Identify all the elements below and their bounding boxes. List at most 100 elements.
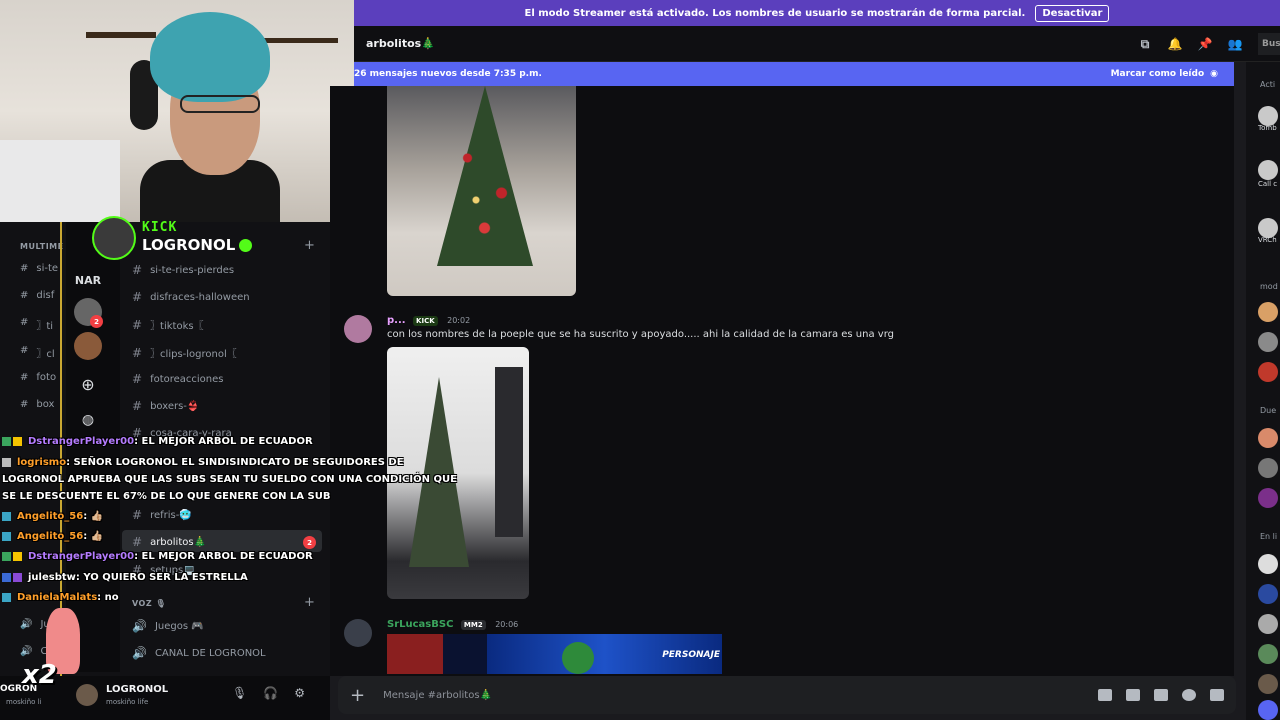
add-channel-icon[interactable]: + xyxy=(304,238,315,253)
headphones-icon[interactable]: 🎧 xyxy=(263,686,278,700)
channel-item-left[interactable]: # box xyxy=(20,399,54,410)
message-list[interactable]: p... KICK 20:02 con los nombres de la po… xyxy=(330,86,1234,676)
channel-item[interactable]: # refris-🥶 xyxy=(132,508,192,522)
server-badge: 2 xyxy=(90,315,103,328)
overlay-chat-line: Angelito_56: 👍🏼 xyxy=(2,531,103,542)
avatar[interactable] xyxy=(1258,362,1278,382)
search-input[interactable]: Busc xyxy=(1258,33,1280,55)
avatar[interactable] xyxy=(1258,428,1278,448)
christmas-tree-image-2[interactable] xyxy=(387,347,529,599)
channel-item[interactable]: # 〗clips-logronol〖 xyxy=(132,345,237,361)
avatar[interactable] xyxy=(1258,106,1278,126)
channel-item[interactable]: # boxers-👙 xyxy=(132,399,199,413)
category-voz[interactable]: VOZ 🎙 xyxy=(132,599,166,608)
avatar[interactable] xyxy=(1258,218,1278,238)
hash-icon: # xyxy=(132,399,143,413)
avatar[interactable] xyxy=(1258,674,1278,694)
christmas-tree-image-1[interactable] xyxy=(387,86,576,296)
channel-item[interactable]: # si-te-ries-pierdes xyxy=(132,263,234,277)
speaker-icon: 🔊 xyxy=(132,619,147,633)
avatar[interactable] xyxy=(1258,584,1278,604)
channel-item-left[interactable]: # disf xyxy=(20,290,54,301)
channel-label: Juegos 🎮 xyxy=(154,620,204,632)
kick-overlay: KICK LOGRONOL xyxy=(92,214,262,262)
category-multimedia[interactable]: MULTIME xyxy=(20,242,64,251)
channel-item-left[interactable]: # 〗cl xyxy=(20,345,55,360)
channel-label: fotoreacciones xyxy=(150,373,224,385)
overlay-chat-line: DanielaMalats: no xyxy=(2,592,119,603)
avatar[interactable] xyxy=(76,684,98,706)
sub-badge-icon xyxy=(2,511,11,521)
kick-streamer-name: LOGRONOL xyxy=(142,236,253,254)
avatar[interactable] xyxy=(1258,458,1278,478)
channel-item[interactable]: # 〗tiktoks〖 xyxy=(132,317,204,333)
mic-icon[interactable]: 🎙 xyxy=(232,686,247,700)
avatar[interactable] xyxy=(344,315,372,343)
avatar[interactable] xyxy=(1258,302,1278,322)
member-section-header: mod xyxy=(1260,282,1278,291)
explore-icon[interactable]: ◍ xyxy=(74,406,102,434)
avatar[interactable] xyxy=(1258,160,1278,180)
deactivate-button[interactable]: Desactivar xyxy=(1035,4,1110,22)
pin-icon[interactable]: 📌 xyxy=(1198,37,1213,51)
mark-as-read-button[interactable]: Marcar como leído ◉ xyxy=(1111,69,1218,79)
channel-item[interactable]: # fotoreacciones xyxy=(132,372,224,386)
avatar[interactable] xyxy=(1258,332,1278,352)
sticker-icon[interactable] xyxy=(1154,689,1168,701)
game-image[interactable]: PERSONAJE xyxy=(387,634,722,674)
members-icon[interactable]: 👥 xyxy=(1228,37,1243,51)
channel-item-left[interactable]: # si-te xyxy=(20,263,58,274)
left-user-status: moskiño li xyxy=(6,698,42,706)
channel-item-left[interactable]: # 〗ti xyxy=(20,317,53,332)
avatar[interactable] xyxy=(344,619,372,647)
channel-item-arbolitos[interactable]: # arbolitos🎄 xyxy=(132,535,206,549)
message-composer[interactable]: + Mensaje #arbolitos🎄 xyxy=(338,676,1236,714)
voice-channel-item[interactable]: 🔊 Juegos 🎮 xyxy=(132,619,204,633)
member-list: Acti Tomb Call c VRCh mod Due En li xyxy=(1246,62,1280,720)
server-nar[interactable]: NAR xyxy=(74,266,102,294)
member-activity: Call c xyxy=(1258,180,1278,188)
voice-channel-item[interactable]: 🔊 CANAL DE LOGRONOL xyxy=(132,646,266,660)
add-server-icon[interactable]: ⊕ xyxy=(74,370,102,398)
avatar[interactable] xyxy=(1258,614,1278,634)
overlay-chat-line: julesbtw: YO QUIERO SER LA ESTRELLA xyxy=(2,572,248,583)
channel-label: disfraces-halloween xyxy=(150,291,250,303)
channel-label: 〗ti xyxy=(36,321,54,332)
gif-icon[interactable] xyxy=(1126,689,1140,701)
apps-icon[interactable] xyxy=(1210,689,1224,701)
new-messages-bar[interactable]: 26 mensajes nuevos desde 7:35 p.m. Marca… xyxy=(354,62,1234,86)
channel-label: disf xyxy=(36,290,55,301)
overlay-username: DstrangerPlayer00 xyxy=(28,551,135,562)
gift-icon[interactable] xyxy=(1098,689,1112,701)
add-voice-channel-icon[interactable]: + xyxy=(304,595,315,610)
channel-item[interactable]: # disfraces-halloween xyxy=(132,290,250,304)
multiplier-overlay: x2 xyxy=(22,660,57,690)
emoji-icon[interactable] xyxy=(1182,689,1196,701)
avatar[interactable] xyxy=(1258,644,1278,664)
hash-icon: # xyxy=(20,317,29,328)
gear-icon[interactable]: ⚙ xyxy=(294,686,305,700)
speaker-icon: 🔊 xyxy=(20,646,33,657)
message-username[interactable]: p... xyxy=(387,315,406,326)
channel-item-left[interactable]: # foto xyxy=(20,372,56,383)
message-input[interactable]: Mensaje #arbolitos🎄 xyxy=(383,690,492,701)
webcam-feed xyxy=(0,0,354,222)
member-section-header: Acti xyxy=(1260,80,1276,89)
avatar[interactable] xyxy=(1258,700,1278,720)
cam-shelf xyxy=(86,32,156,38)
kick-badge: KICK xyxy=(413,316,438,326)
user-panel-name[interactable]: LOGRONOL xyxy=(106,684,168,695)
threads-icon[interactable]: ⧉ xyxy=(1138,37,1152,51)
bell-icon[interactable]: 🔔 xyxy=(1168,37,1183,51)
server-avatar[interactable] xyxy=(74,332,102,360)
avatar[interactable] xyxy=(1258,554,1278,574)
image-character xyxy=(562,642,594,674)
add-attachment-icon[interactable]: + xyxy=(350,685,365,706)
channel-label: foto xyxy=(36,372,57,383)
streamer-banner-text: El modo Streamer está activado. Los nomb… xyxy=(524,7,1026,19)
avatar[interactable] xyxy=(1258,488,1278,508)
cam-shelf-right xyxy=(258,38,338,43)
sub-badge-icon xyxy=(2,572,11,582)
server-list: NAR 2 ⊕ ◍ xyxy=(66,222,120,672)
message-username[interactable]: SrLucasBSC xyxy=(387,619,453,630)
